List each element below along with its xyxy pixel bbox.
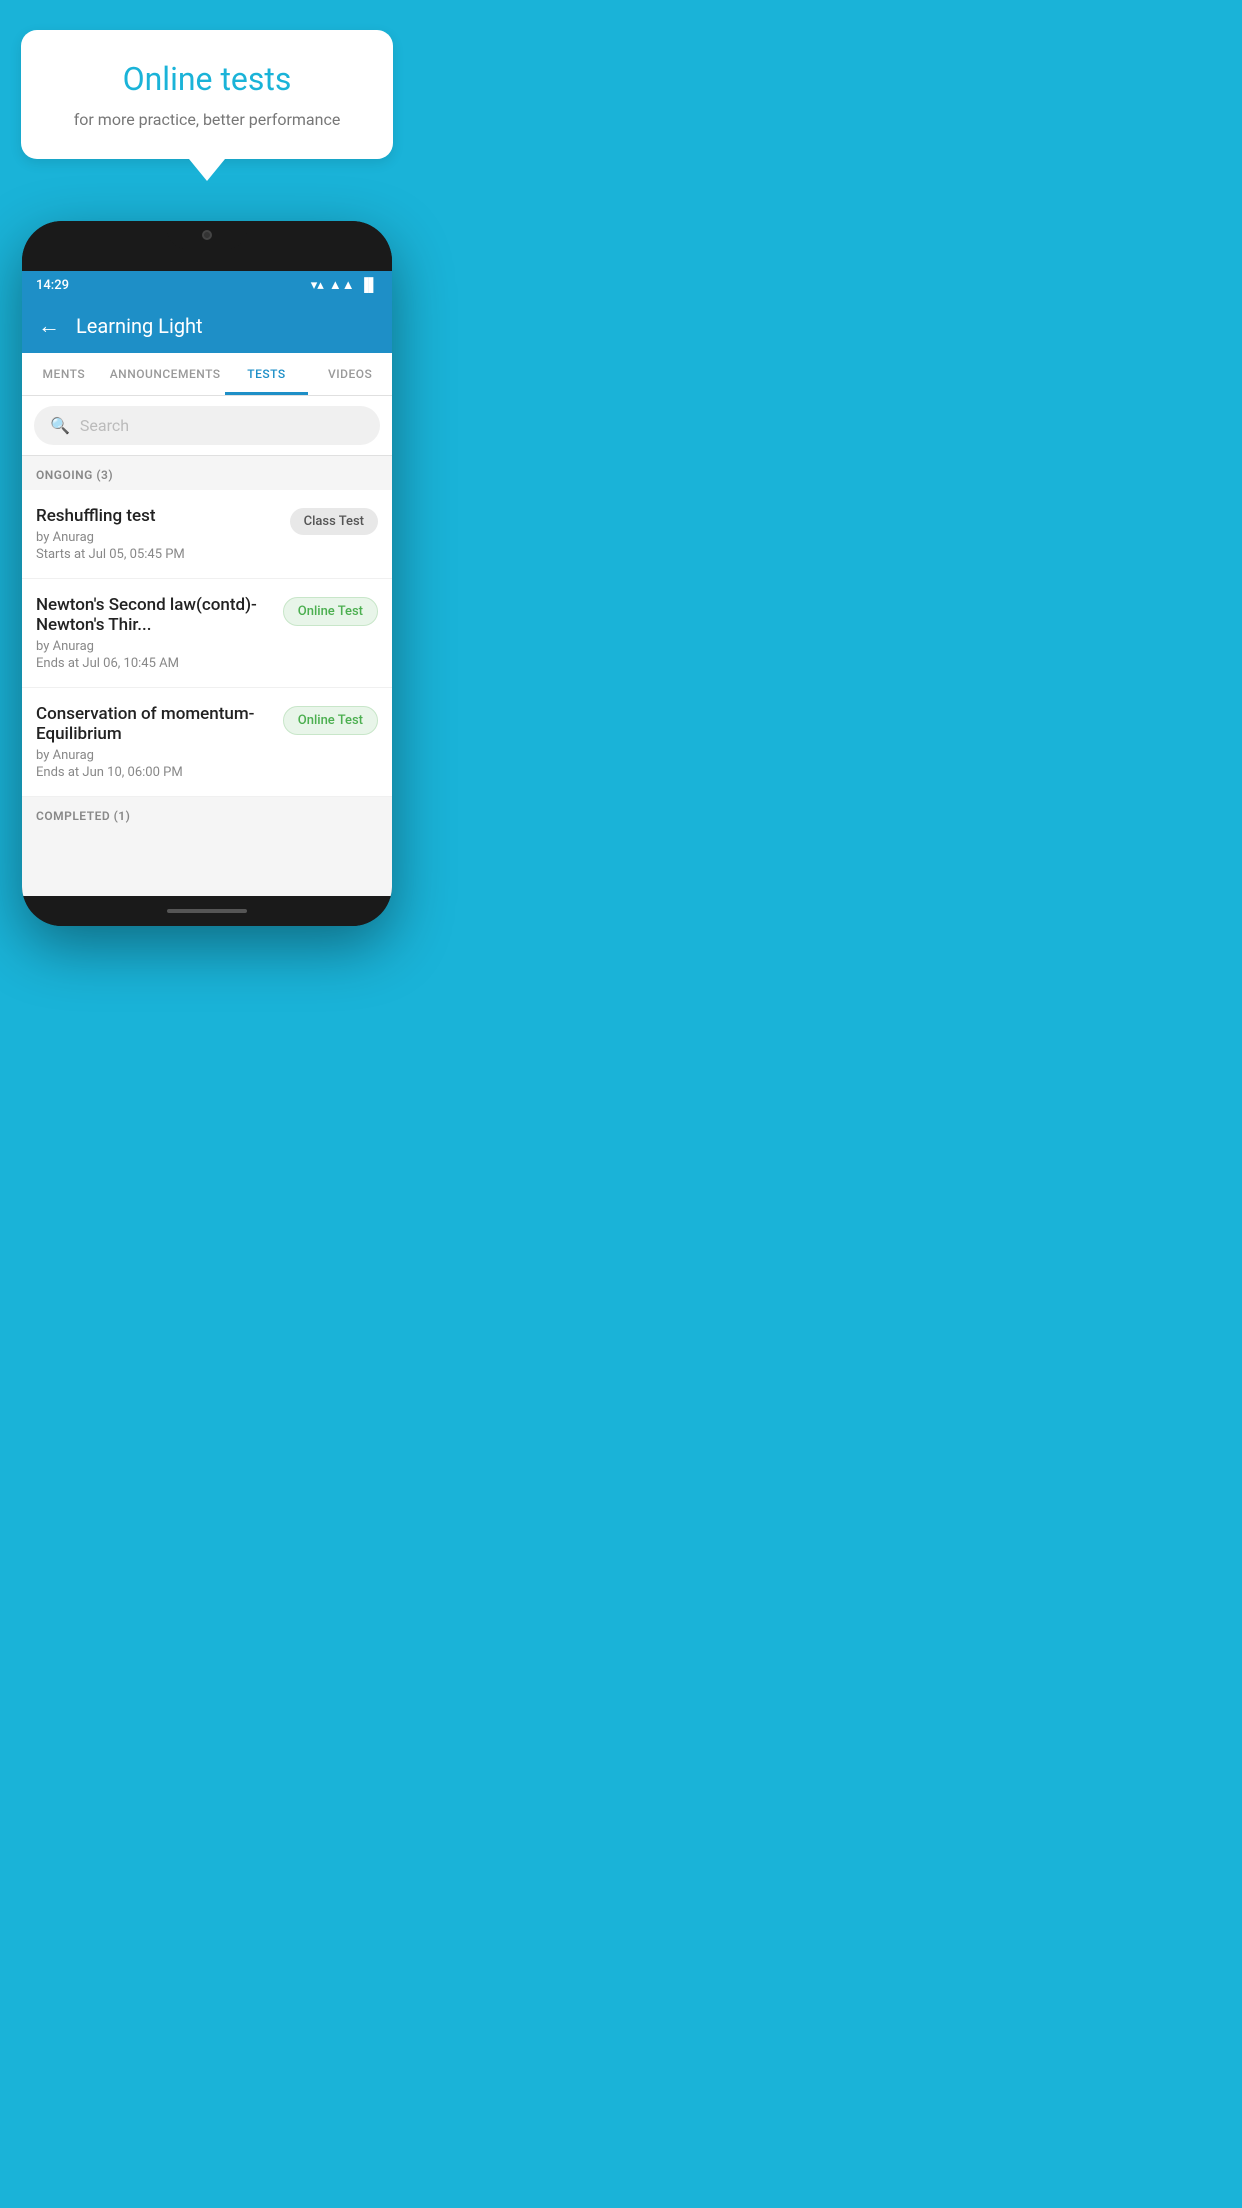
bubble-arrow [189,159,225,181]
test-list: Reshuffling test by Anurag Starts at Jul… [22,490,392,797]
completed-section-header: COMPLETED (1) [22,797,392,831]
test-author-conservation: by Anurag [36,748,273,763]
tab-tests[interactable]: TESTS [225,353,309,395]
test-info-newtons: Newton's Second law(contd)-Newton's Thir… [36,595,283,671]
test-item-reshuffling[interactable]: Reshuffling test by Anurag Starts at Jul… [22,490,392,579]
tabs-bar: MENTS ANNOUNCEMENTS TESTS VIDEOS [22,353,392,396]
speech-bubble-box: Online tests for more practice, better p… [21,30,394,159]
phone-bottom [22,896,392,926]
test-item-newtons[interactable]: Newton's Second law(contd)-Newton's Thir… [22,579,392,688]
ongoing-section-header: ONGOING (3) [22,456,392,490]
search-container: 🔍 Search [22,396,392,456]
search-placeholder: Search [80,416,129,435]
test-name-reshuffling: Reshuffling test [36,506,280,526]
wifi-icon: ▾▴ [311,278,324,293]
phone-mockup: 14:29 ▾▴ ▲▲ ▐▌ ← Learning Light MENTS AN… [22,221,392,926]
phone-notch [167,221,247,249]
screen-content: 🔍 Search ONGOING (3) Reshuffling test by… [22,396,392,896]
home-indicator[interactable] [167,909,247,913]
test-info-conservation: Conservation of momentum-Equilibrium by … [36,704,283,780]
back-button[interactable]: ← [38,313,60,339]
search-icon: 🔍 [50,416,70,435]
test-info-reshuffling: Reshuffling test by Anurag Starts at Jul… [36,506,290,562]
test-name-newtons: Newton's Second law(contd)-Newton's Thir… [36,595,273,635]
test-time-conservation: Ends at Jun 10, 06:00 PM [36,765,273,780]
badge-newtons: Online Test [283,597,378,626]
tab-announcements[interactable]: ANNOUNCEMENTS [106,353,225,395]
battery-icon: ▐▌ [360,277,378,293]
test-author-newtons: by Anurag [36,639,273,654]
badge-reshuffling: Class Test [290,508,378,535]
promo-bubble: Online tests for more practice, better p… [21,30,394,181]
app-title: Learning Light [76,314,203,338]
test-author-reshuffling: by Anurag [36,530,280,545]
status-bar: 14:29 ▾▴ ▲▲ ▐▌ [22,271,392,299]
bubble-title: Online tests [41,60,374,98]
search-bar[interactable]: 🔍 Search [34,406,380,445]
app-header: ← Learning Light [22,299,392,353]
tab-ments[interactable]: MENTS [22,353,106,395]
status-icons: ▾▴ ▲▲ ▐▌ [311,277,378,293]
badge-conservation: Online Test [283,706,378,735]
bubble-subtitle: for more practice, better performance [41,110,374,129]
status-time: 14:29 [36,278,69,293]
phone-top-bar [22,221,392,271]
test-item-conservation[interactable]: Conservation of momentum-Equilibrium by … [22,688,392,797]
signal-icon: ▲▲ [329,277,355,293]
phone-camera [202,230,212,240]
test-time-reshuffling: Starts at Jul 05, 05:45 PM [36,547,280,562]
test-name-conservation: Conservation of momentum-Equilibrium [36,704,273,744]
tab-videos[interactable]: VIDEOS [308,353,392,395]
test-time-newtons: Ends at Jul 06, 10:45 AM [36,656,273,671]
